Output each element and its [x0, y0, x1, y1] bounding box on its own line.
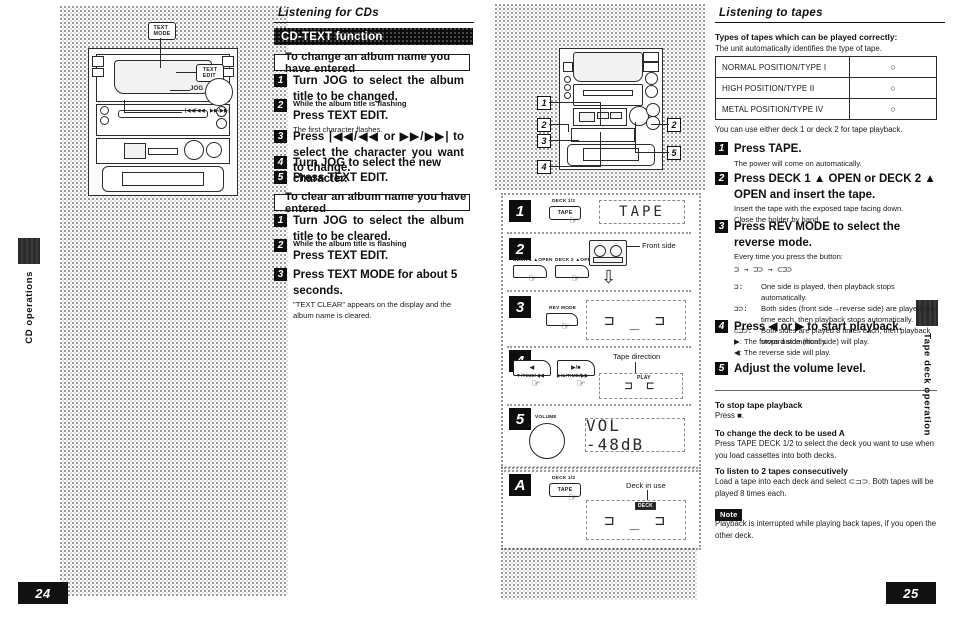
section-divider	[715, 390, 937, 391]
callout-text-mode: TEXT MODE	[148, 22, 176, 40]
step-note: ▶: The forward side (front side) will pl…	[734, 336, 870, 346]
tape-support-mark: ○	[849, 98, 937, 120]
tip-title-two-tapes: To listen to 2 tapes consecutively	[715, 466, 848, 476]
callout-jog-label: JOG	[190, 86, 204, 92]
edge-tab-swatch	[916, 300, 938, 326]
step-text: Adjust the volume level.	[734, 363, 866, 375]
edge-tab-label: Tape deck operation	[921, 333, 933, 437]
edge-tab-cd-operations: CD operations	[16, 238, 42, 344]
rev-mode-legend-row: ⊐: One side is played, then playback sto…	[734, 281, 937, 303]
subheading-clear-album-name: To clear an album name you have entered	[274, 191, 470, 215]
rev-mode-symbol: ⊐:	[734, 281, 744, 291]
callout-skip-search-buttons: |◀◀/◀◀ ▶▶/▶▶|	[185, 108, 231, 114]
tip-text-stop-playback: Press ■.	[715, 411, 744, 420]
tape-type-cell: METAL POSITION/TYPE IV	[715, 98, 850, 120]
step-number: 2	[274, 239, 287, 252]
step-change-5: 5 Press TEXT EDIT.	[274, 171, 464, 187]
tip-text-change-deck: Press TAPE DECK 1/2 to select the deck y…	[715, 439, 935, 460]
step-text: Press TAPE.	[734, 143, 802, 155]
banner-label: CD-TEXT function	[281, 30, 383, 43]
step-text: Press TEXT EDIT.	[293, 172, 389, 184]
cd-text-function-banner: CD-TEXT function	[274, 28, 473, 45]
step-note: Insert the tape with the exposed tape fa…	[734, 204, 904, 214]
tape-step-1: 1 Press TAPE. The power will come on aut…	[715, 142, 937, 169]
leader-line-skip	[124, 112, 182, 114]
step-text: Press TEXT EDIT.	[293, 249, 389, 262]
after-table-note: You can use either deck 1 or deck 2 for …	[715, 125, 903, 134]
step-text: Press TEXT EDIT.	[293, 109, 389, 122]
jog-dial-illustration	[205, 78, 233, 106]
section-header-left: Listening for CDs	[274, 4, 474, 23]
step-number: 5	[715, 362, 728, 375]
tape-type-cell: HIGH POSITION/TYPE II	[715, 77, 850, 99]
step-precondition: While the album title is flashing	[293, 239, 407, 248]
tape-types-intro-bold: Types of tapes which can be played corre…	[715, 32, 898, 42]
step-text: Press DECK 1 ▲ OPEN or DECK 2 ▲ OPEN and…	[734, 173, 936, 201]
tape-types-table: NORMAL POSITION/TYPE I ○ HIGH POSITION/T…	[715, 56, 937, 120]
step-clear-2: 2 While the album title is flashing Pres…	[274, 239, 464, 264]
page-number-left: 24	[18, 582, 68, 604]
leader-line-text-mode	[160, 38, 162, 68]
step-number: 3	[715, 220, 728, 233]
leader-line-jog	[170, 90, 190, 92]
section-title-left: Listening for CDs	[278, 7, 379, 19]
tip-title-change-deck: To change the deck to be used A	[715, 428, 845, 438]
tape-support-mark: ○	[849, 77, 937, 99]
page-number-right: 25	[886, 582, 936, 604]
tape-step-2: 2 Press DECK 1 ▲ OPEN or DECK 2 ▲ OPEN a…	[715, 172, 937, 225]
tape-support-mark: ○	[849, 56, 937, 78]
step-text: Press REV MODE to select the reverse mod…	[734, 221, 901, 249]
tape-type-cell: NORMAL POSITION/TYPE I	[715, 56, 850, 78]
step-note: The power will come on automatically.	[734, 158, 862, 168]
subheading-change-album-name: To change an album name you have entered	[274, 51, 470, 75]
step-note: Every time you press the button:	[734, 252, 843, 262]
table-row: HIGH POSITION/TYPE II ○	[715, 77, 937, 99]
edge-tab-tape-deck-operation: Tape deck operation	[914, 300, 940, 436]
step-number: 4	[274, 156, 287, 169]
step-number: 2	[715, 172, 728, 185]
step-number: 3	[274, 268, 287, 281]
rev-mode-cycle-diagram: ⊐ → ⊐⊃ → ⊂⊐⊃	[734, 265, 792, 275]
step-text: Press ◀ or ▶ to start playback.	[734, 321, 902, 333]
tip-text-two-tapes: Load a tape into each deck and select ⊂⊐…	[715, 477, 934, 498]
section-header-right: Listening to tapes	[715, 4, 945, 23]
step-number: 1	[715, 142, 728, 155]
edge-tab-label: CD operations	[23, 271, 35, 344]
tape-step-4: 4 Press ◀ or ▶ to start playback. ▶: The…	[715, 320, 937, 358]
step-number: 5	[274, 171, 287, 184]
section-rule	[715, 21, 945, 23]
section-rule	[274, 21, 474, 23]
leader-line-skip-vert	[124, 100, 126, 113]
step-number: 3	[274, 130, 287, 143]
step-note: "TEXT CLEAR" appears on the display and …	[293, 300, 452, 321]
step-number: 1	[274, 214, 287, 227]
step-note: ◀: The reverse side will play.	[734, 347, 831, 357]
step-text: Press TEXT MODE for about 5 seconds.	[293, 269, 458, 297]
tip-title-stop-playback: To stop tape playback	[715, 400, 803, 410]
table-row: NORMAL POSITION/TYPE I ○	[715, 56, 937, 78]
table-row: METAL POSITION/TYPE IV ○	[715, 98, 937, 120]
step-number: 1	[274, 74, 287, 87]
step-precondition: While the album title is flashing	[293, 99, 407, 108]
step-clear-3: 3 Press TEXT MODE for about 5 seconds. "…	[274, 268, 464, 321]
left-page: TEXT MODE TEXT EDIT JOG |◀◀/◀◀ ▶▶/▶▶| List…	[0, 0, 477, 618]
step-number: 2	[274, 99, 287, 112]
leader-line-text-edit	[176, 72, 196, 74]
step-number: 4	[715, 320, 728, 333]
edge-tab-swatch	[18, 238, 40, 264]
note-text: Playback is interrupted while playing ba…	[715, 519, 937, 540]
right-page: Listening to tapes Types of tapes which …	[477, 0, 954, 618]
section-title-right: Listening to tapes	[719, 7, 823, 19]
tape-types-intro-sub: The unit automatically identifies the ty…	[715, 44, 882, 53]
tape-step-5: 5 Adjust the volume level.	[715, 362, 937, 378]
rev-mode-legend-text: One side is played, then playback stops …	[761, 281, 895, 302]
